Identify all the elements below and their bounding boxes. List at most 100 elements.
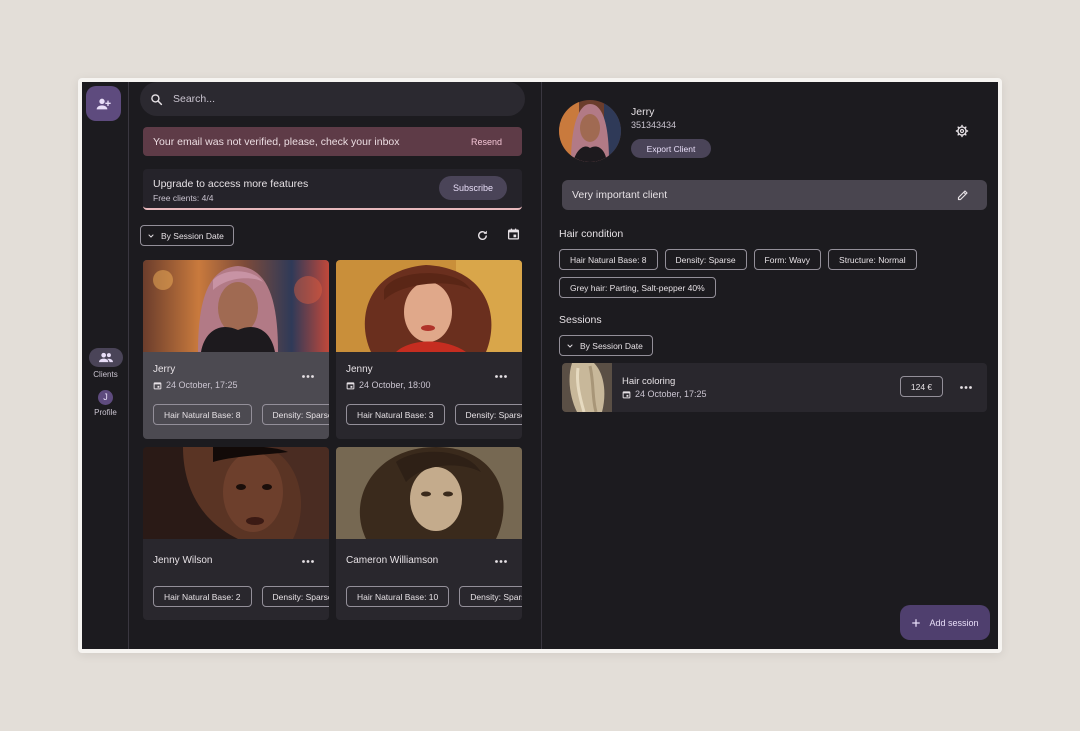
hair-condition-chip[interactable]: Density: Sparse (664, 249, 747, 270)
more-options-button[interactable] (300, 370, 316, 382)
sessions-sort-dropdown[interactable]: By Session Date (559, 335, 653, 356)
hair-chip[interactable]: Hair Natural Base: 8 (153, 404, 252, 425)
client-avatar (559, 100, 621, 162)
client-name: Jenny (346, 364, 373, 375)
hair-chip[interactable]: Hair Natural Base: 10 (346, 586, 450, 607)
client-detail-name: Jerry (631, 106, 655, 118)
nav-clients[interactable]: Clients (82, 348, 129, 379)
app-window: Clients J Profile Your email was not ver… (82, 82, 998, 649)
calendar-button[interactable] (504, 225, 522, 243)
hair-condition-chip[interactable]: Form: Wavy (753, 249, 822, 270)
nav-clients-label: Clients (93, 370, 118, 379)
client-card[interactable]: Jerry 24 October, 17:25 Hair Natural Bas… (143, 260, 329, 439)
last-session-date: 24 October, 18:00 (346, 380, 431, 390)
email-verification-banner: Your email was not verified, please, che… (143, 127, 522, 156)
more-horizontal-icon (302, 559, 314, 563)
client-photo (336, 260, 522, 352)
hair-chip[interactable]: Density: Sparse (261, 586, 329, 607)
search-bar[interactable] (140, 82, 525, 116)
sort-dropdown[interactable]: By Session Date (140, 225, 234, 246)
client-photo (143, 447, 329, 539)
more-options-button[interactable] (300, 555, 316, 567)
client-name: Jenny Wilson (153, 555, 213, 566)
upgrade-card: Upgrade to access more features Free cli… (143, 169, 522, 210)
client-phone: 351343434 (631, 120, 677, 130)
nav-profile[interactable]: J Profile (82, 390, 129, 417)
group-icon (98, 352, 113, 363)
more-horizontal-icon (495, 559, 507, 563)
hair-chips: Hair Natural Base: 3 Density: Sparse (346, 404, 522, 425)
more-horizontal-icon (302, 374, 314, 378)
more-horizontal-icon (960, 385, 972, 389)
client-name: Cameron Williamson (346, 555, 439, 566)
sessions-sort-label: By Session Date (580, 340, 643, 351)
hair-chip[interactable]: Hair Natural Base: 2 (153, 586, 252, 607)
chevron-down-icon (567, 343, 573, 348)
calendar-icon (346, 381, 355, 389)
hair-condition-chip[interactable]: Grey hair: Parting, Salt-pepper 40% (559, 277, 716, 298)
hair-condition-chip[interactable]: Hair Natural Base: 8 (559, 249, 658, 270)
last-session-date: 24 October, 17:25 (153, 380, 238, 390)
client-photo (336, 447, 522, 539)
sort-label: By Session Date (161, 230, 224, 241)
hair-condition-chip[interactable]: Structure: Normal (828, 249, 917, 270)
session-date-text: 24 October, 17:25 (635, 389, 707, 399)
refresh-button[interactable] (473, 226, 491, 244)
nav-rail: Clients J Profile (82, 82, 129, 649)
more-horizontal-icon (495, 374, 507, 378)
gear-icon (955, 124, 969, 138)
hair-condition-title: Hair condition (559, 228, 624, 240)
add-session-button[interactable]: Add session (900, 605, 990, 640)
sessions-title: Sessions (559, 314, 602, 326)
settings-button[interactable] (953, 122, 971, 140)
refresh-icon (477, 230, 487, 240)
session-date: 24 October, 17:25 (622, 389, 707, 399)
profile-avatar: J (98, 390, 113, 405)
search-icon (151, 93, 163, 105)
client-detail-pane: Jerry 351343434 Export Client Very impor… (543, 82, 998, 649)
client-photo (143, 260, 329, 352)
add-session-label: Add session (929, 617, 979, 628)
client-list-pane: Your email was not verified, please, che… (130, 82, 542, 649)
banner-message: Your email was not verified, please, che… (153, 135, 400, 148)
session-more-button[interactable] (958, 381, 974, 393)
date-text: 24 October, 17:25 (166, 380, 238, 390)
clients-indicator (88, 348, 123, 367)
subscribe-button[interactable]: Subscribe (439, 176, 507, 200)
hair-chip[interactable]: Hair Natural Base: 3 (346, 404, 445, 425)
calendar-icon (153, 381, 162, 389)
session-item[interactable]: Hair coloring 24 October, 17:25 124 € (562, 363, 987, 412)
hair-chip[interactable]: Density: Sparse (261, 404, 329, 425)
more-options-button[interactable] (493, 555, 509, 567)
free-clients-count: Free clients: 4/4 (153, 193, 214, 203)
plus-icon (912, 618, 921, 627)
calendar-icon (622, 390, 631, 398)
chevron-down-icon (148, 233, 154, 238)
client-name: Jerry (153, 364, 176, 375)
session-price: 124 € (900, 376, 943, 397)
export-client-button[interactable]: Export Client (631, 139, 711, 158)
client-note-text: Very important client (572, 189, 668, 201)
client-card[interactable]: Jenny 24 October, 18:00 Hair Natural Bas… (336, 260, 522, 439)
nav-profile-label: Profile (94, 408, 117, 417)
client-card[interactable]: Jenny Wilson Hair Natural Base: 2 Density… (143, 447, 329, 620)
client-card[interactable]: Cameron Williamson Hair Natural Base: 10… (336, 447, 522, 620)
hair-chips: Hair Natural Base: 10 Density: Sparse (346, 586, 522, 607)
hair-condition-chips: Hair Natural Base: 8 Density: Sparse Form:… (559, 249, 989, 305)
add-client-button[interactable] (86, 86, 121, 121)
more-options-button[interactable] (493, 370, 509, 382)
calendar-icon (507, 228, 519, 240)
date-text: 24 October, 18:00 (359, 380, 431, 390)
hair-chip[interactable]: Density: Sparse (454, 404, 522, 425)
client-note-field[interactable]: Very important client (562, 180, 987, 210)
session-title: Hair coloring (622, 376, 676, 387)
hair-chip[interactable]: Density: Sparse (459, 586, 522, 607)
add-person-icon (96, 98, 111, 109)
upgrade-title: Upgrade to access more features (153, 178, 309, 190)
hair-chips: Hair Natural Base: 2 Density: Sparse (153, 586, 329, 607)
hair-chips: Hair Natural Base: 8 Density: Sparse (153, 404, 329, 425)
resend-button[interactable]: Resend (461, 133, 512, 151)
search-input[interactable] (173, 93, 473, 105)
session-photo (562, 363, 612, 412)
edit-pencil-icon[interactable] (957, 189, 969, 201)
